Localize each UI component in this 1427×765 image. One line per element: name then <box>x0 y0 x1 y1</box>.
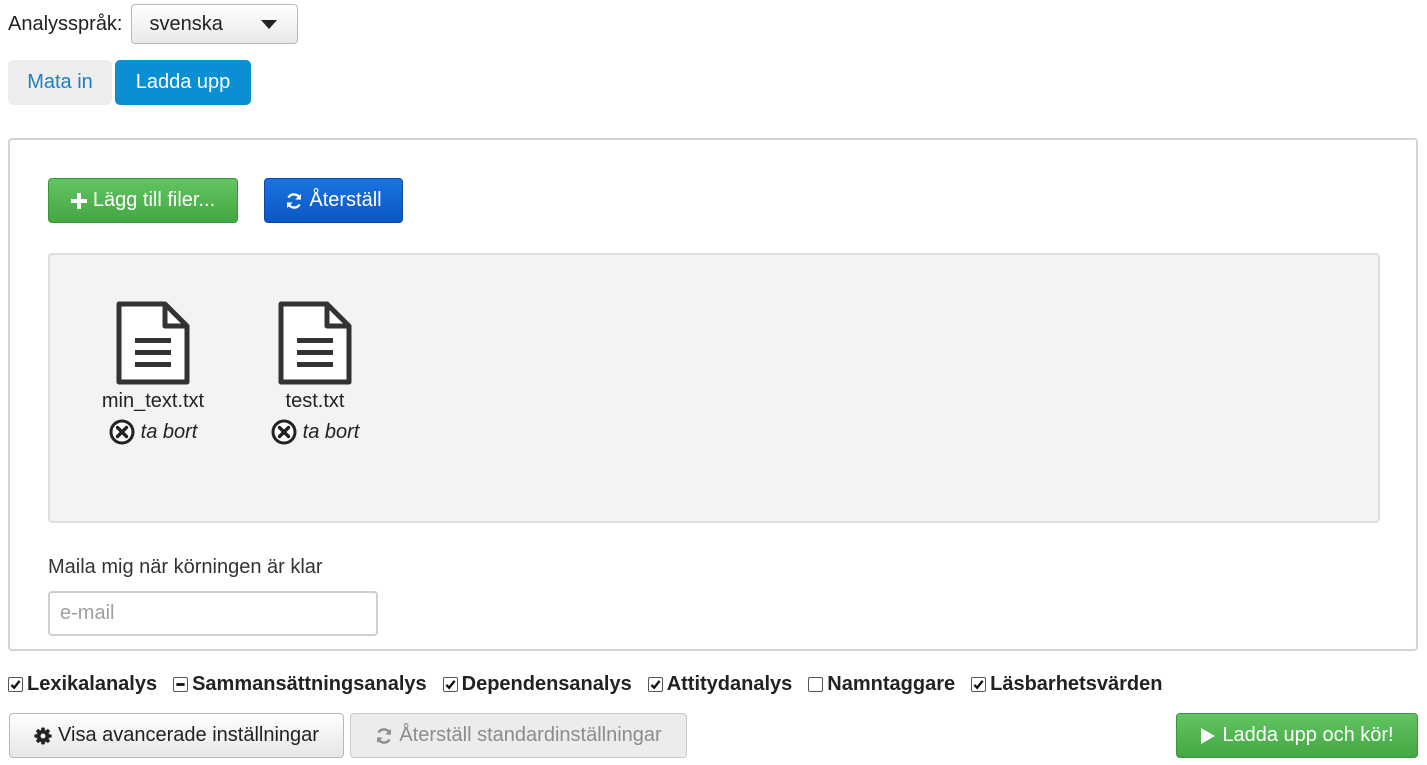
language-row: Analysspråk: svenska <box>8 4 298 44</box>
plus-icon <box>70 192 87 209</box>
language-label: Analysspråk: <box>8 12 123 35</box>
gear-icon <box>34 726 52 745</box>
reset-default-settings-label: Återställ standardinställningar <box>399 724 662 746</box>
analysis-lexikalanalys[interactable]: Lexikalanalys <box>8 673 157 696</box>
file-text-icon <box>116 301 190 385</box>
file-item: test.txt ta bort <box>245 300 385 445</box>
checkbox[interactable] <box>442 676 458 692</box>
file-name: min_text.txt <box>101 390 205 412</box>
analysis-namntaggare[interactable]: Namntaggare <box>808 673 955 696</box>
analysis-attitydanalys[interactable]: Attitydanalys <box>647 672 793 696</box>
analysis-lasbarhetsvarden[interactable]: Läsbarhetsvärden <box>971 673 1162 696</box>
checkbox[interactable] <box>8 676 23 692</box>
upload-panel: Lägg till filer... Återställ min_text.tx… <box>8 138 1418 651</box>
language-selected-value: svenska <box>149 12 223 35</box>
email-field[interactable] <box>48 591 378 636</box>
chevron-down-icon <box>260 19 277 29</box>
analysis-label: Sammansättningsanalys <box>192 672 427 695</box>
upload-and-run-label: Ladda upp och kör! <box>1222 724 1394 746</box>
analysis-label: Läsbarhetsvärden <box>990 672 1163 695</box>
analysis-label: Dependensanalys <box>461 672 632 695</box>
remove-file-label: ta bort <box>302 420 360 443</box>
analysis-options: Lexikalanalys Sammansättningsanalys Depe… <box>8 671 1178 697</box>
language-select[interactable]: svenska <box>130 4 298 44</box>
remove-circle-icon <box>109 419 135 445</box>
upload-and-run-button[interactable]: Ladda upp och kör! <box>1176 713 1418 758</box>
email-notify-label: Maila mig när körningen är klar <box>48 556 323 578</box>
tab-ladda-upp[interactable]: Ladda upp <box>115 60 251 105</box>
reset-default-settings-button[interactable]: Återställ standardinställningar <box>350 713 687 758</box>
remove-circle-icon <box>271 419 297 445</box>
tab-mata-in[interactable]: Mata in <box>8 60 112 105</box>
remove-file-label: ta bort <box>140 420 198 443</box>
analysis-label: Attitydanalys <box>666 672 793 695</box>
checkbox[interactable] <box>808 676 824 692</box>
remove-file-link[interactable]: ta bort <box>83 419 223 445</box>
file-drop-area[interactable]: min_text.txt ta bort test.txt ta bort <box>48 253 1380 523</box>
analysis-label: Lexikalanalys <box>27 672 158 695</box>
analysis-dependensanalys[interactable]: Dependensanalys <box>442 672 632 696</box>
show-advanced-settings-label: Visa avancerade inställningar <box>58 724 319 746</box>
checkbox[interactable] <box>173 676 189 692</box>
input-mode-tabs: Mata in Ladda upp <box>8 60 251 105</box>
play-icon <box>1200 727 1216 745</box>
refresh-icon <box>375 727 393 745</box>
checkbox[interactable] <box>647 676 663 692</box>
add-files-button[interactable]: Lägg till filer... <box>48 178 238 223</box>
file-text-icon <box>278 301 352 385</box>
add-files-label: Lägg till filer... <box>92 189 216 211</box>
analysis-label: Namntaggare <box>827 672 956 695</box>
file-name: test.txt <box>285 390 345 412</box>
analysis-sammansattningsanalys[interactable]: Sammansättningsanalys <box>173 673 427 696</box>
reset-files-label: Återställ <box>309 189 382 211</box>
refresh-icon <box>285 192 303 210</box>
file-item: min_text.txt ta bort <box>83 300 223 445</box>
show-advanced-settings-button[interactable]: Visa avancerade inställningar <box>9 713 344 758</box>
checkbox[interactable] <box>971 676 987 692</box>
remove-file-link[interactable]: ta bort <box>245 419 385 445</box>
reset-files-button[interactable]: Återställ <box>264 178 403 223</box>
